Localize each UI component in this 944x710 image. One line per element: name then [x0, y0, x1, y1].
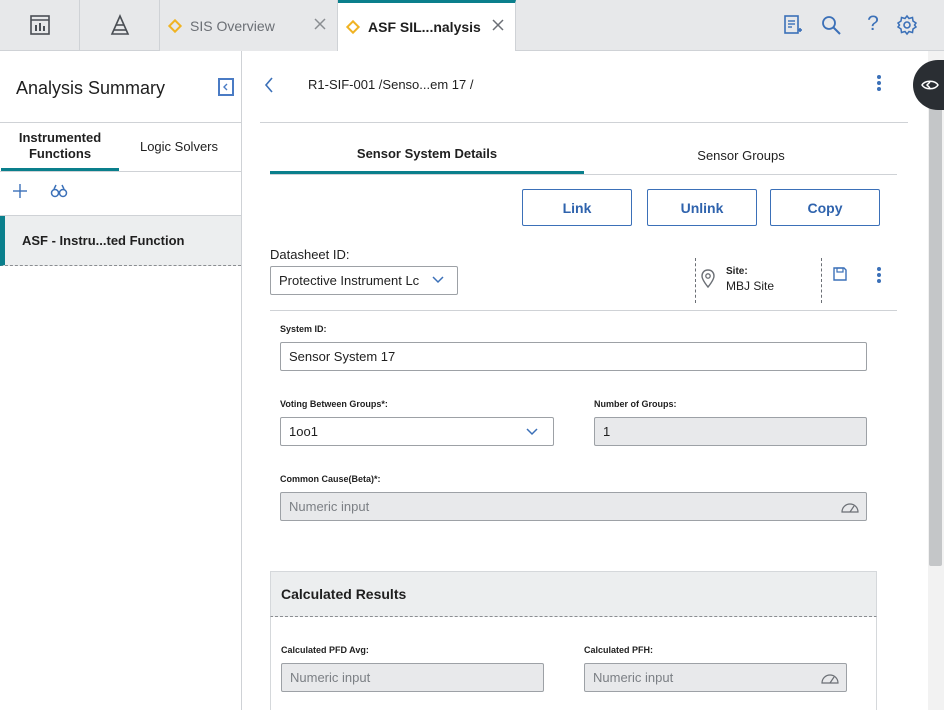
- pfh-input[interactable]: Numeric input: [584, 663, 847, 692]
- analysis-summary-panel: Analysis Summary Instrumented Functions …: [0, 51, 242, 710]
- tab-instrumented-functions[interactable]: Instrumented Functions: [1, 123, 119, 171]
- search-icon[interactable]: [820, 14, 842, 36]
- gauge-icon[interactable]: [840, 500, 860, 514]
- voting-value: 1oo1: [289, 424, 318, 439]
- chevron-down-icon: [526, 428, 538, 436]
- help-icon[interactable]: ?: [862, 13, 884, 35]
- location-pin-icon: [701, 269, 715, 289]
- save-icon[interactable]: [832, 266, 848, 282]
- datasheet-value: Protective Instrument Lc: [279, 273, 420, 288]
- tab-asf-sil-analysis[interactable]: ASF SIL...nalysis: [338, 0, 516, 51]
- collapse-panel-button[interactable]: [218, 78, 234, 96]
- add-icon[interactable]: [11, 182, 29, 200]
- close-icon[interactable]: [311, 15, 329, 33]
- tab-sis-overview[interactable]: SIS Overview: [160, 0, 338, 51]
- pfh-label: Calculated PFH:: [584, 645, 654, 655]
- datasheet-select[interactable]: Protective Instrument Lc: [270, 266, 458, 295]
- pfd-avg-label: Calculated PFD Avg:: [281, 645, 369, 655]
- gauge-icon[interactable]: [820, 671, 840, 685]
- scrollbar-thumb[interactable]: [929, 104, 942, 566]
- tab-sensor-system-details[interactable]: Sensor System Details: [270, 135, 584, 175]
- close-icon[interactable]: [489, 16, 507, 34]
- list-item[interactable]: ASF - Instru...ted Function: [0, 216, 241, 266]
- number-of-groups-value: 1: [603, 424, 611, 439]
- pfd-avg-input[interactable]: Numeric input: [281, 663, 544, 692]
- settings-icon[interactable]: [896, 14, 918, 36]
- binoculars-icon[interactable]: [50, 182, 68, 200]
- tab-sensor-groups[interactable]: Sensor Groups: [584, 135, 898, 175]
- site-value: MBJ Site: [726, 279, 775, 293]
- top-bar: SIS Overview ASF SIL...nalysis ?: [0, 0, 944, 51]
- hierarchy-button[interactable]: [80, 0, 160, 50]
- pfd-avg-placeholder: Numeric input: [290, 670, 371, 685]
- hierarchy-icon: [110, 14, 129, 35]
- system-id-label: System ID:: [280, 324, 327, 334]
- chevron-down-icon: [432, 276, 444, 284]
- calculated-results-body: Calculated PFD Avg: Numeric input Calcul…: [270, 617, 877, 710]
- system-id-input[interactable]: Sensor System 17: [280, 342, 867, 371]
- more-options-icon[interactable]: [875, 73, 883, 93]
- back-icon[interactable]: [263, 75, 275, 95]
- unlink-button[interactable]: Unlink: [647, 189, 757, 226]
- tab-label: SIS Overview: [190, 17, 275, 34]
- tab-logic-solvers[interactable]: Logic Solvers: [120, 123, 238, 171]
- voting-select[interactable]: 1oo1: [280, 417, 554, 446]
- eye-arrow-icon: [921, 80, 939, 90]
- main-content: R1-SIF-001 /Senso...em 17 / Sensor Syste…: [243, 51, 928, 710]
- common-cause-placeholder: Numeric input: [289, 499, 370, 514]
- more-options-icon[interactable]: [875, 266, 883, 284]
- dashboard-icon: [29, 15, 50, 35]
- common-cause-label: Common Cause(Beta)*:: [280, 474, 381, 484]
- list-item-label: ASF - Instru...ted Function: [22, 233, 185, 248]
- system-id-value: Sensor System 17: [289, 349, 396, 364]
- diamond-icon: [342, 19, 361, 35]
- tab-label: ASF SIL...nalysis: [368, 19, 481, 35]
- chevron-left-icon: [223, 83, 228, 91]
- voting-label: Voting Between Groups*:: [280, 399, 388, 409]
- diamond-icon: [164, 18, 183, 34]
- panel-title: Analysis Summary: [16, 78, 166, 98]
- breadcrumb[interactable]: R1-SIF-001 /Senso...em 17 /: [308, 77, 473, 92]
- calculated-results-header: Calculated Results: [270, 571, 877, 617]
- dashboard-button[interactable]: [0, 0, 80, 50]
- number-of-groups-input: 1: [594, 417, 867, 446]
- datasheet-label: Datasheet ID:: [270, 247, 350, 262]
- report-icon[interactable]: [781, 14, 803, 36]
- calculated-results-title: Calculated Results: [281, 586, 407, 602]
- pfh-placeholder: Numeric input: [593, 670, 674, 685]
- site-label: Site:: [726, 266, 748, 277]
- number-of-groups-label: Number of Groups:: [594, 399, 677, 409]
- common-cause-input[interactable]: Numeric input: [280, 492, 867, 521]
- copy-button[interactable]: Copy: [770, 189, 880, 226]
- link-button[interactable]: Link: [522, 189, 632, 226]
